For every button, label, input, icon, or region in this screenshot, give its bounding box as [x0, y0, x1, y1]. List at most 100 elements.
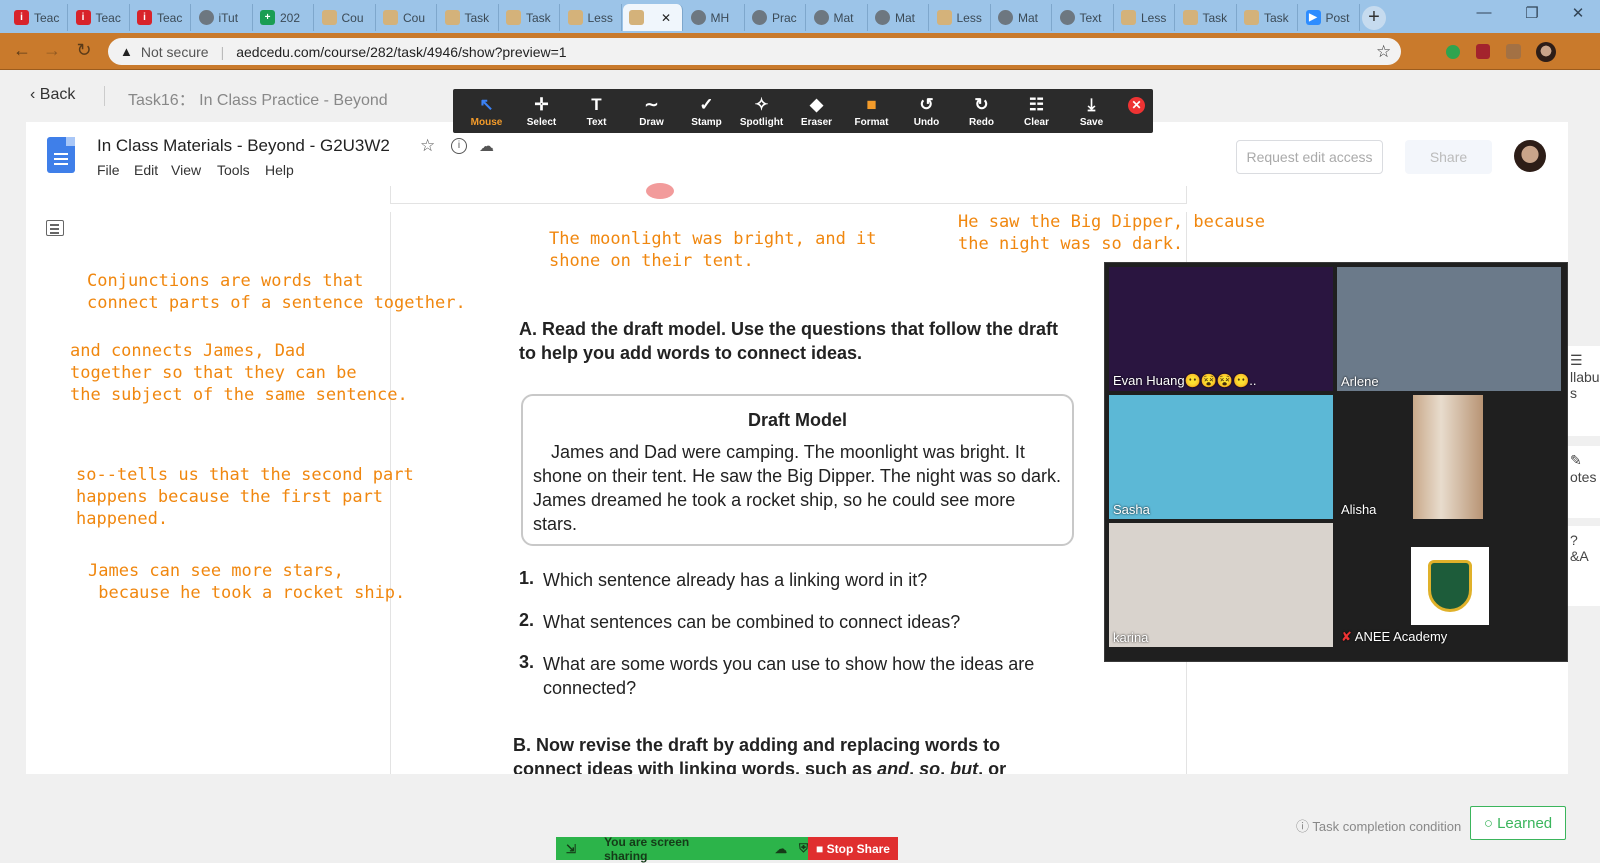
participant-name-text: karina: [1113, 630, 1149, 645]
menu-file[interactable]: File: [97, 162, 120, 178]
participant-name-text: Arlene: [1341, 374, 1379, 389]
ublock-icon[interactable]: [1476, 44, 1490, 59]
tool-select-button[interactable]: ✛ Select: [514, 89, 569, 133]
tab-label: Cou: [341, 10, 364, 25]
share-button[interactable]: Share: [1405, 140, 1492, 174]
participant-video-tile[interactable]: Alisha: [1337, 395, 1561, 519]
qa-panel-item[interactable]: ? &A: [1568, 526, 1600, 606]
request-edit-access-button[interactable]: Request edit access: [1236, 140, 1383, 174]
tool-mouse-button[interactable]: ↖ Mouse: [459, 89, 514, 133]
back-arrow-icon[interactable]: ←: [10, 40, 34, 61]
browser-tab[interactable]: +202: [254, 4, 314, 31]
address-bar[interactable]: ▲ Not secure | aedcedu.com/course/282/ta…: [108, 38, 1401, 65]
browser-tab[interactable]: ✕: [623, 4, 683, 31]
browser-tab[interactable]: Task: [439, 4, 499, 31]
browser-tab[interactable]: MH: [685, 4, 745, 31]
doc-gold-icon: [629, 10, 644, 25]
stop-share-button[interactable]: ■ Stop Share: [808, 837, 898, 860]
tool-label: Format: [854, 116, 889, 128]
shield-icon: ⛨: [798, 841, 808, 855]
browser-tab[interactable]: Task: [1177, 4, 1237, 31]
participant-video-tile[interactable]: Arlene: [1337, 267, 1561, 391]
browser-tab[interactable]: Cou: [316, 4, 376, 31]
browser-tab[interactable]: Less: [931, 4, 991, 31]
divider: [104, 86, 105, 106]
i-red-icon: i: [75, 10, 91, 25]
task-completion-condition[interactable]: ⓘ Task completion condition: [1296, 816, 1461, 835]
menu-edit[interactable]: Edit: [134, 162, 158, 178]
profile-avatar[interactable]: [1536, 42, 1556, 62]
info-icon[interactable]: i: [451, 138, 467, 154]
menu-help[interactable]: Help: [265, 162, 294, 178]
new-tab-button[interactable]: +: [1362, 6, 1386, 30]
back-link[interactable]: ‹ Back: [30, 86, 75, 104]
tool-clear-button[interactable]: ☷ Clear: [1009, 89, 1064, 133]
cloud-status-icon[interactable]: ☁: [479, 137, 494, 155]
extension-icon[interactable]: [1446, 45, 1460, 59]
reload-icon[interactable]: ↻: [72, 40, 96, 61]
participant-name: karina: [1113, 630, 1148, 645]
browser-tab[interactable]: Less: [562, 4, 622, 31]
participant-video-tile[interactable]: karina: [1109, 523, 1333, 647]
tool-stamp-button[interactable]: ✓ Stamp: [679, 89, 734, 133]
browser-tab[interactable]: Mat: [808, 4, 868, 31]
browser-tab[interactable]: Task: [1238, 4, 1298, 31]
url-text: aedcedu.com/course/282/task/4946/show?pr…: [236, 43, 567, 60]
i-red-icon: i: [137, 10, 152, 25]
browser-tab[interactable]: i Teac: [8, 4, 68, 31]
tool-label: Select: [526, 116, 557, 128]
tool-redo-button[interactable]: ↻ Redo: [954, 89, 1009, 133]
tool-save-button[interactable]: ⤓ Save: [1064, 89, 1119, 133]
participant-video-tile[interactable]: Evan Huang😶😵😵😶..: [1109, 267, 1333, 391]
bookmark-star-icon[interactable]: ☆: [1376, 42, 1391, 62]
browser-tab[interactable]: Cou: [377, 4, 437, 31]
tool-draw-button[interactable]: ∼ Draw: [624, 89, 679, 133]
browser-tab[interactable]: Mat: [869, 4, 929, 31]
previous-page-edge: [390, 186, 1187, 204]
tool-text-button[interactable]: T Text: [569, 89, 624, 133]
forward-arrow-icon[interactable]: →: [40, 40, 64, 61]
annotation-toolbar: ↖ Mouse ✛ Select T Text ∼ Draw ✓ Stamp ✧ Spotlight ◆…: [453, 89, 1153, 133]
document-outline-icon[interactable]: [46, 220, 64, 236]
close-annotation-icon[interactable]: ✕: [1128, 97, 1145, 114]
tool-spotlight-button[interactable]: ✧ Spotlight: [734, 89, 789, 133]
browser-tab[interactable]: Less: [1115, 4, 1175, 31]
participant-name: Arlene: [1341, 374, 1379, 389]
star-icon[interactable]: ☆: [420, 136, 435, 156]
side-panel: ☰ llabu s ✎ otes ? &A: [1568, 346, 1600, 636]
zoom-icon: ▶: [1305, 10, 1321, 25]
section-b-heading: B. Now revise the draft by adding and re…: [513, 735, 1007, 774]
restore-button[interactable]: ❐: [1512, 4, 1552, 22]
tool-format-button[interactable]: ■ Format: [844, 89, 899, 133]
browser-tab[interactable]: Text: [1054, 4, 1114, 31]
close-window-button[interactable]: ✕: [1558, 4, 1598, 22]
annotation-highlight-mark: [646, 183, 674, 199]
browser-tab[interactable]: Mat: [992, 4, 1052, 31]
drag-handle-icon[interactable]: ⇲: [566, 842, 576, 856]
text-icon: T: [591, 94, 602, 114]
browser-tab[interactable]: i Teac: [131, 4, 191, 31]
puzzle-icon[interactable]: [1506, 44, 1521, 59]
security-label: Not secure: [140, 43, 209, 60]
menu-view[interactable]: View: [171, 162, 201, 178]
learned-button[interactable]: ○ Learned: [1470, 806, 1566, 840]
tool-undo-button[interactable]: ↺ Undo: [899, 89, 954, 133]
user-avatar[interactable]: [1514, 140, 1546, 172]
browser-tab[interactable]: Task: [500, 4, 560, 31]
close-tab-icon[interactable]: ✕: [661, 11, 671, 25]
browser-tab[interactable]: i Teac: [70, 4, 130, 31]
tab-label: Mat: [1018, 10, 1039, 25]
google-docs-icon[interactable]: [47, 137, 75, 173]
browser-tab[interactable]: ▶ Post: [1300, 4, 1360, 31]
notes-panel-item[interactable]: ✎ otes: [1568, 446, 1600, 518]
browser-tab[interactable]: Prac: [746, 4, 806, 31]
minimize-button[interactable]: —: [1464, 4, 1504, 21]
participant-video-tile[interactable]: Sasha: [1109, 395, 1333, 519]
syllabus-panel-item[interactable]: ☰ llabu s: [1568, 346, 1600, 436]
menu-tools[interactable]: Tools: [217, 162, 250, 178]
tool-eraser-button[interactable]: ◆ Eraser: [789, 89, 844, 133]
tab-label: Teac: [34, 10, 60, 25]
annotation-text: so--tells us that the second part happen…: [76, 465, 414, 529]
browser-tab[interactable]: iTut: [193, 4, 253, 31]
participant-video-tile[interactable]: ✘ ANEE Academy: [1337, 523, 1561, 647]
